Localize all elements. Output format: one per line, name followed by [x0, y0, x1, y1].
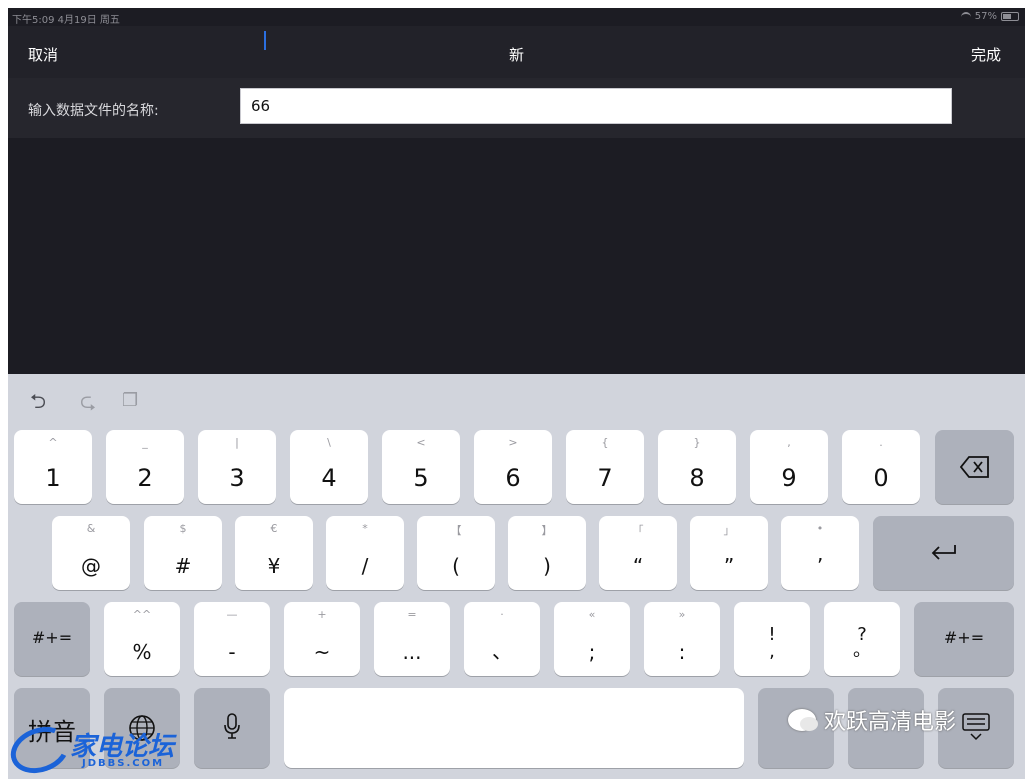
key-question[interactable]: ?。: [824, 602, 900, 676]
keyboard-assist-bar: ⮌ ⮎ ❐: [8, 374, 1025, 426]
navigation-bar: 取消 新 完成: [8, 26, 1025, 78]
keyboard-hide-icon: [962, 713, 990, 741]
key-9[interactable]: ,9: [750, 430, 828, 504]
key-yen[interactable]: € ¥: [235, 516, 313, 590]
filename-row: 输入数据文件的名称:: [8, 78, 1025, 138]
logo-subtext: JDBBS.COM: [82, 758, 165, 769]
key-colon[interactable]: »:: [644, 602, 720, 676]
delete-key[interactable]: [935, 430, 1014, 504]
key-0[interactable]: .0: [842, 430, 920, 504]
key-apostrophe[interactable]: •’: [781, 516, 859, 590]
key-ellipsis[interactable]: =...: [374, 602, 450, 676]
delete-icon: [960, 456, 989, 478]
status-right: 57%: [960, 11, 1019, 22]
key-open-paren[interactable]: 【(: [417, 516, 495, 590]
filename-input[interactable]: [240, 88, 952, 124]
return-key[interactable]: [873, 516, 1014, 590]
key-5[interactable]: <5: [382, 430, 460, 504]
symbols-toggle-left[interactable]: #+=: [14, 602, 90, 676]
return-icon: [931, 545, 956, 560]
key-semicolon[interactable]: «;: [554, 602, 630, 676]
wechat-icon: [788, 709, 818, 731]
key-at[interactable]: & @: [52, 516, 130, 590]
undo-icon[interactable]: ⮌: [30, 391, 46, 411]
dictation-key[interactable]: [194, 688, 270, 768]
key-3[interactable]: | 3: [198, 430, 276, 504]
key-hyphen[interactable]: — -: [194, 602, 270, 676]
key-hash[interactable]: $ #: [144, 516, 222, 590]
key-1[interactable]: ^ 1: [14, 430, 92, 504]
wechat-watermark-text: 欢跃高清电影: [824, 710, 957, 735]
space-key[interactable]: [284, 688, 744, 768]
text-caret: [264, 31, 266, 50]
key-4[interactable]: \ 4: [290, 430, 368, 504]
status-time: 下午5:09 4月19日 周五: [12, 15, 120, 26]
redo-icon[interactable]: ⮎: [80, 391, 96, 411]
key-close-quote[interactable]: 」”: [690, 516, 768, 590]
ipad-screen: 下午5:09 4月19日 周五 57% 取消 新 完成 输入数据文件的名称: ⮌…: [8, 8, 1025, 779]
key-open-quote[interactable]: 「“: [599, 516, 677, 590]
key-exclamation[interactable]: !,: [734, 602, 810, 676]
done-button[interactable]: 完成: [971, 44, 1001, 65]
wifi-icon: [960, 12, 971, 21]
key-slash[interactable]: * /: [326, 516, 404, 590]
battery-icon: [1001, 12, 1019, 21]
key-7[interactable]: {7: [566, 430, 644, 504]
status-bar: 下午5:09 4月19日 周五 57%: [8, 8, 1025, 26]
filename-label: 输入数据文件的名称:: [28, 103, 159, 119]
key-percent[interactable]: ^^%: [104, 602, 180, 676]
key-enumeration-comma[interactable]: ·、: [464, 602, 540, 676]
key-close-paren[interactable]: 】): [508, 516, 586, 590]
key-6[interactable]: >6: [474, 430, 552, 504]
key-8[interactable]: } 8: [658, 430, 736, 504]
key-2[interactable]: _ 2: [106, 430, 184, 504]
battery-percent: 57%: [974, 11, 997, 22]
microphone-icon: [224, 713, 240, 739]
symbols-toggle-right[interactable]: #+=: [914, 602, 1014, 676]
page-title: 新: [508, 46, 524, 64]
wechat-watermark: 欢跃高清电影: [788, 704, 956, 736]
forum-logo: 家电论坛 JDBBS.COM: [4, 719, 200, 781]
key-tilde[interactable]: + ~: [284, 602, 360, 676]
paste-icon[interactable]: ❐: [122, 391, 138, 411]
logo-swirl-icon: [4, 719, 76, 781]
